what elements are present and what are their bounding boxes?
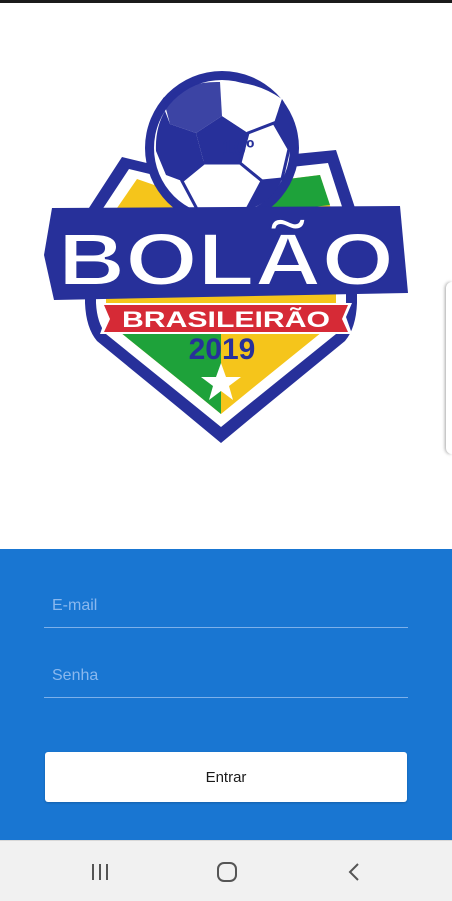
bolao-brasileirao-logo: 10º BOLÃO BRASILEIRÃO 2019 <box>44 71 408 443</box>
login-button[interactable]: Entrar <box>45 752 407 802</box>
logo-year: 2019 <box>189 333 256 366</box>
logo-banner-text: BRASILEIRÃO <box>122 307 330 332</box>
email-field[interactable] <box>44 585 408 627</box>
logo-edition: 10º <box>222 135 255 160</box>
email-field-wrapper <box>44 585 408 628</box>
back-button[interactable] <box>324 855 384 889</box>
home-button[interactable] <box>197 855 257 889</box>
side-panel-handle[interactable] <box>446 282 452 454</box>
recents-icon <box>92 864 108 880</box>
system-navigation-bar <box>0 840 452 901</box>
password-field-wrapper <box>44 655 408 698</box>
home-icon <box>217 862 237 882</box>
logo-title: BOLÃO <box>58 218 394 301</box>
login-panel: Entrar <box>0 549 452 840</box>
recents-button[interactable] <box>70 855 130 889</box>
logo-area: 10º BOLÃO BRASILEIRÃO 2019 <box>0 3 452 549</box>
back-icon <box>348 863 359 881</box>
password-field[interactable] <box>44 655 408 697</box>
